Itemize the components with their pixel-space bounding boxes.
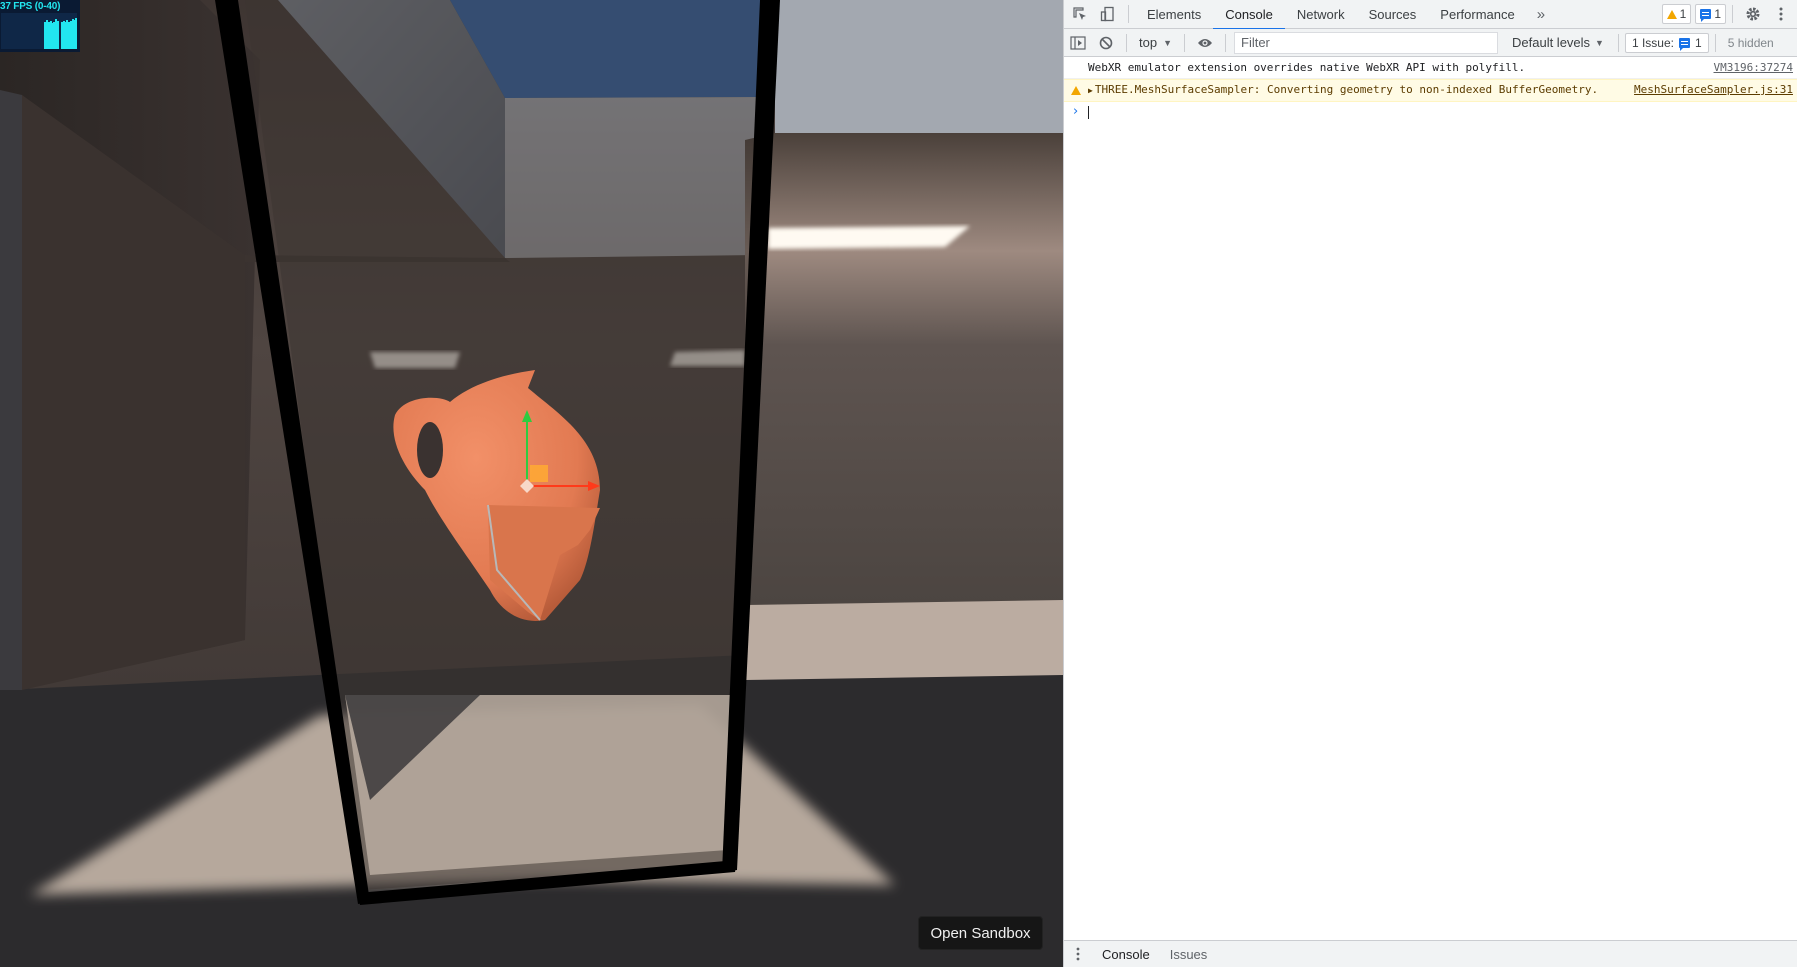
- source-link[interactable]: MeshSurfaceSampler.js:31: [1634, 83, 1793, 97]
- console-output[interactable]: WebXR emulator extension overrides nativ…: [1064, 58, 1797, 940]
- floor-lit-right: [745, 600, 1063, 680]
- fps-stats-panel[interactable]: 37 FPS (0-40): [0, 0, 80, 52]
- ceiling-light: [768, 226, 970, 249]
- drawer-tab-issues[interactable]: Issues: [1160, 947, 1218, 962]
- 3d-scene[interactable]: [0, 0, 1063, 967]
- drawer-menu-icon[interactable]: [1064, 947, 1092, 961]
- message-icon: [1700, 9, 1712, 22]
- console-message: WebXR emulator extension overrides nativ…: [1064, 58, 1797, 79]
- fps-bar: [75, 18, 78, 49]
- hidden-messages-count: 5 hidden: [1727, 35, 1774, 50]
- settings-gear-icon[interactable]: [1739, 0, 1767, 28]
- prompt-chevron-icon: ›: [1073, 104, 1079, 119]
- tab-network[interactable]: Network: [1285, 0, 1357, 29]
- fps-bar: [57, 21, 60, 49]
- open-sandbox-button[interactable]: Open Sandbox: [918, 916, 1043, 950]
- warnings-badge[interactable]: 1: [1661, 4, 1692, 24]
- drawer-tab-console[interactable]: Console: [1092, 947, 1160, 962]
- message-icon: [1679, 37, 1690, 51]
- separator: [1128, 5, 1129, 23]
- tab-sources[interactable]: Sources: [1357, 0, 1429, 29]
- separator: [1126, 33, 1127, 52]
- skylight-right: [775, 0, 1063, 133]
- warning-icon: [1071, 85, 1081, 99]
- gizmo-plane-handle[interactable]: [530, 465, 548, 482]
- fps-label: 37 FPS (0-40): [0, 1, 61, 12]
- separator: [1732, 5, 1733, 23]
- console-warning: ▶ THREE.MeshSurfaceSampler: Converting ge…: [1064, 79, 1797, 102]
- filter-input[interactable]: [1234, 31, 1498, 54]
- messages-badge[interactable]: 1: [1695, 4, 1726, 24]
- inspect-element-icon[interactable]: [1066, 0, 1094, 28]
- fps-graph: [1, 13, 78, 49]
- clear-console-icon[interactable]: [1092, 29, 1120, 57]
- console-toolbar: top ▼ Default levels ▼ 1 Issue: 1 5 hidd…: [1064, 29, 1797, 57]
- tab-elements[interactable]: Elements: [1135, 0, 1213, 29]
- console-prompt[interactable]: ›: [1064, 102, 1797, 122]
- log-levels-dropdown[interactable]: Default levels ▼: [1504, 35, 1612, 50]
- devtools-panel: Elements Console Network Sources Perform…: [1063, 0, 1797, 967]
- dropdown-caret-icon: ▼: [1595, 37, 1604, 48]
- separator: [1617, 33, 1619, 52]
- issues-button[interactable]: 1 Issue: 1: [1624, 32, 1709, 53]
- separator: [1184, 33, 1185, 52]
- expand-arrow-icon[interactable]: ▶: [1088, 84, 1093, 98]
- context-selector[interactable]: top ▼: [1133, 35, 1178, 50]
- show-sidebar-icon[interactable]: [1064, 29, 1092, 57]
- drawer-tab-bar: Console Issues: [1064, 940, 1797, 967]
- webxr-canvas[interactable]: 37 FPS (0-40) Open Sandbox: [0, 0, 1063, 967]
- source-link[interactable]: VM3196:37274: [1714, 61, 1793, 75]
- separator: [1714, 33, 1716, 52]
- right-back-wall: [745, 133, 1063, 605]
- tab-performance[interactable]: Performance: [1428, 0, 1526, 29]
- warning-icon: [1666, 9, 1677, 19]
- device-toolbar-icon[interactable]: [1094, 0, 1122, 28]
- dropdown-caret-icon: ▼: [1163, 37, 1172, 48]
- more-tabs-icon[interactable]: »: [1527, 6, 1555, 23]
- devtools-tab-bar: Elements Console Network Sources Perform…: [1064, 0, 1797, 30]
- left-wall-edge: [0, 90, 22, 690]
- tab-console[interactable]: Console: [1213, 0, 1285, 30]
- text-cursor: [1088, 106, 1089, 119]
- more-options-icon[interactable]: [1767, 0, 1795, 28]
- separator: [1225, 33, 1226, 52]
- live-expression-eye-icon[interactable]: [1191, 29, 1219, 57]
